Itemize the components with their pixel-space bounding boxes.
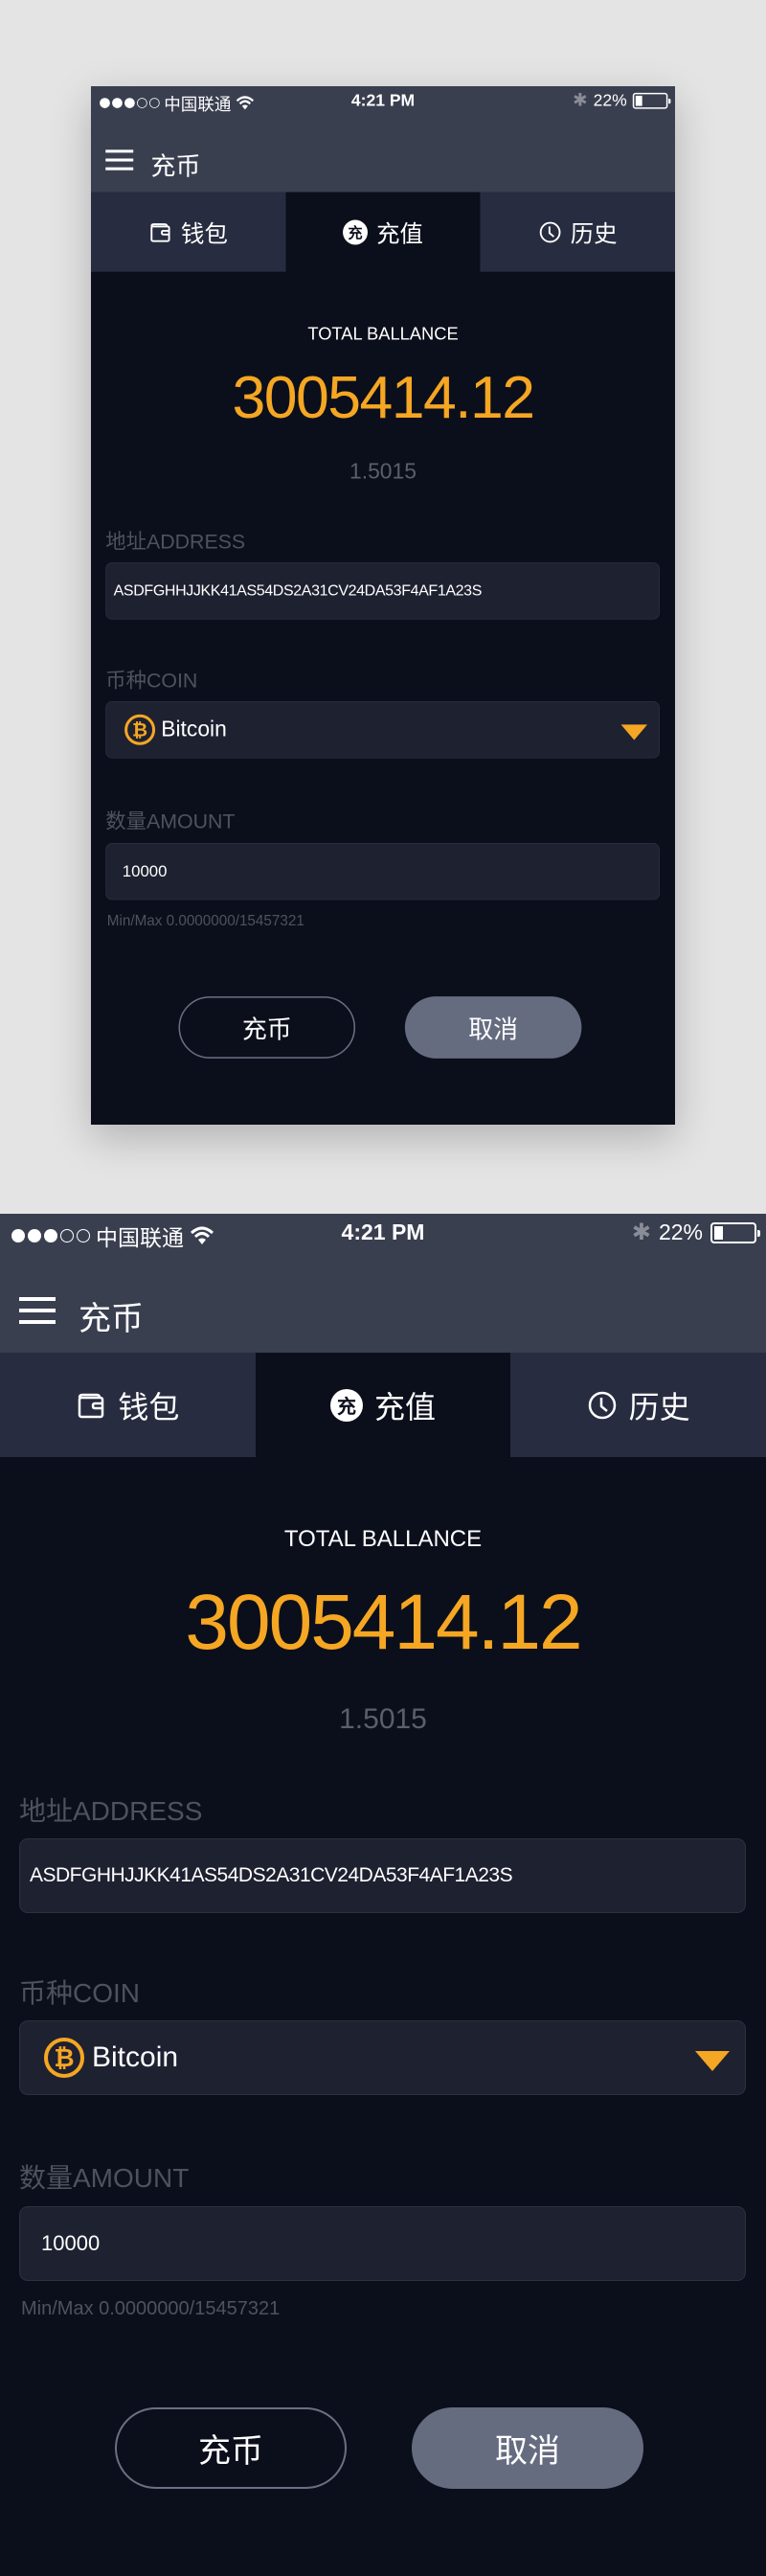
amount-min-max-hint: Min/Max 0.0000000/15457321 xyxy=(21,2298,281,2319)
dropdown-caret-icon[interactable] xyxy=(620,724,648,741)
tab-recharge[interactable]: 充 充值 xyxy=(285,192,481,272)
battery-icon xyxy=(710,1221,760,1243)
status-bar: 中国联通 4:21 PM ✱ 22% xyxy=(91,86,675,116)
balance-sub-value: 1.5015 xyxy=(339,1703,427,1735)
recharge-button[interactable]: 充币 xyxy=(115,2407,347,2489)
battery-level-fill xyxy=(635,95,642,106)
coin-selected-value: Bitcoin xyxy=(92,2041,179,2073)
screen-preview-card: 中国联通 4:21 PM ✱ 22% 充币 钱包 充 充值 历史 TOTAL B… xyxy=(91,86,675,1125)
balance-label: TOTAL BALLANCE xyxy=(307,324,459,345)
bluetooth-icon: ✱ xyxy=(573,90,588,111)
amount-label: 数量AMOUNT xyxy=(19,2163,190,2193)
cancel-button[interactable]: 取消 xyxy=(404,996,582,1059)
app-header: 充币 xyxy=(91,115,675,193)
balance-value: 3005414.12 xyxy=(232,364,535,431)
battery-percent: 22% xyxy=(593,90,627,110)
tab-label: 钱包 xyxy=(118,1388,180,1425)
charge-badge-icon: 充 xyxy=(330,1388,363,1422)
balance-value: 3005414.12 xyxy=(185,1579,582,1666)
coin-label: 币种COIN xyxy=(19,1978,141,2008)
wallet-icon xyxy=(79,1393,104,1418)
clock-icon xyxy=(539,221,561,242)
wallet-icon xyxy=(150,222,170,242)
tab-bar: 钱包 充 充值 历史 xyxy=(0,1353,766,1457)
address-input[interactable] xyxy=(20,1864,745,1887)
tab-bar: 钱包 充 充值 历史 xyxy=(91,192,675,272)
tab-wallet[interactable]: 钱包 xyxy=(91,192,286,272)
page-title: 充币 xyxy=(79,1300,144,1338)
tab-label: 历史 xyxy=(628,1388,690,1425)
app-header: 充币 xyxy=(0,1252,766,1353)
tab-history[interactable]: 历史 xyxy=(480,192,675,272)
hamburger-menu-icon[interactable] xyxy=(105,149,134,171)
tab-label: 钱包 xyxy=(181,219,228,248)
dropdown-caret-icon[interactable] xyxy=(695,2051,730,2071)
balance-sub-value: 1.5015 xyxy=(349,459,417,484)
address-label: 地址ADDRESS xyxy=(105,530,246,554)
app-screen: 中国联通 4:21 PM ✱ 22% 充币 钱包 充 充值 历史 TOTAL B… xyxy=(91,86,675,1125)
amount-input[interactable] xyxy=(20,2231,745,2256)
bitcoin-icon: ₿ xyxy=(124,714,156,745)
tab-label: 充值 xyxy=(376,219,423,248)
battery-percent: 22% xyxy=(658,1220,703,1244)
charge-badge-icon: 充 xyxy=(343,219,368,245)
hamburger-menu-icon[interactable] xyxy=(19,1297,56,1324)
clock-icon xyxy=(588,1391,616,1419)
address-input[interactable] xyxy=(106,581,660,601)
amount-field[interactable] xyxy=(19,2206,746,2281)
tab-label: 充值 xyxy=(374,1388,437,1425)
tab-wallet[interactable]: 钱包 xyxy=(0,1353,256,1457)
amount-input[interactable] xyxy=(106,861,660,881)
bluetooth-icon: ✱ xyxy=(631,1220,651,1245)
page-title: 充币 xyxy=(150,151,201,182)
address-field[interactable] xyxy=(105,562,660,620)
coin-select[interactable]: ₿ Bitcoin xyxy=(105,701,660,759)
app-screen: 中国联通 4:21 PM ✱ 22% 充币 钱包 充 充值 历史 TOTAL B… xyxy=(0,1214,766,2576)
status-bar: 中国联通 4:21 PM ✱ 22% xyxy=(0,1214,766,1252)
coin-label: 币种COIN xyxy=(105,669,198,693)
battery-icon xyxy=(632,92,671,109)
tab-recharge[interactable]: 充 充值 xyxy=(255,1353,511,1457)
balance-label: TOTAL BALLANCE xyxy=(283,1526,483,1552)
coin-selected-value: Bitcoin xyxy=(161,717,227,741)
tab-label: 历史 xyxy=(570,219,618,248)
bitcoin-icon: ₿ xyxy=(44,2038,84,2078)
amount-min-max-hint: Min/Max 0.0000000/15457321 xyxy=(106,913,304,929)
cancel-button[interactable]: 取消 xyxy=(412,2407,643,2489)
battery-level-fill xyxy=(714,1225,723,1240)
recharge-button[interactable]: 充币 xyxy=(178,996,356,1059)
coin-select[interactable]: ₿ Bitcoin xyxy=(19,2020,746,2095)
address-field[interactable] xyxy=(19,1838,746,1913)
address-label: 地址ADDRESS xyxy=(19,1796,203,1826)
amount-label: 数量AMOUNT xyxy=(105,809,236,833)
screen-full-view: 中国联通 4:21 PM ✱ 22% 充币 钱包 充 充值 历史 TOTAL B… xyxy=(0,1214,766,2576)
tab-history[interactable]: 历史 xyxy=(510,1353,766,1457)
amount-field[interactable] xyxy=(105,842,660,900)
